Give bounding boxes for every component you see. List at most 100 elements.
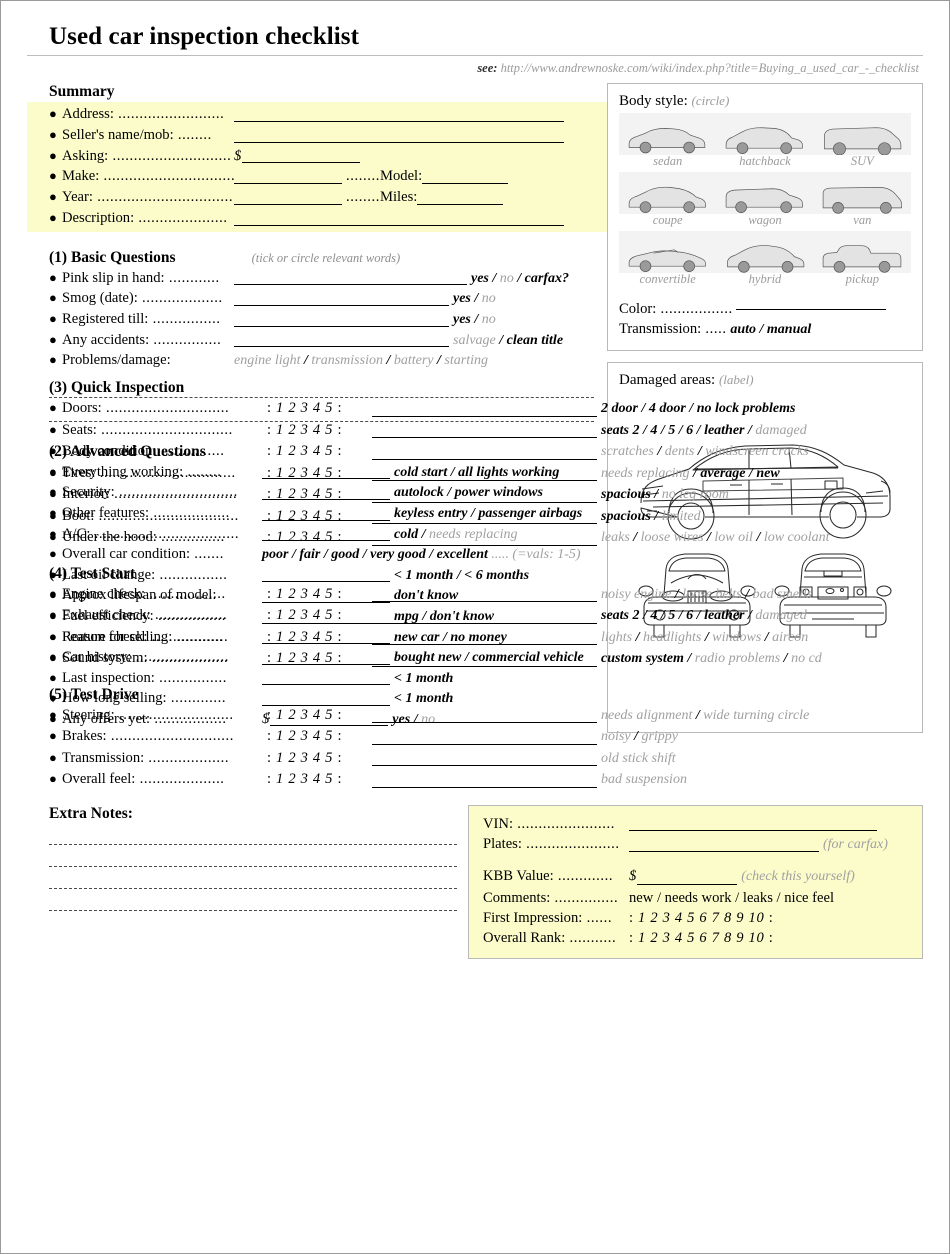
input-line[interactable] <box>372 404 597 417</box>
input-line[interactable] <box>372 589 597 603</box>
input-line[interactable] <box>372 632 597 646</box>
rating-scale[interactable]: : 1 2 3 4 5 6 7 8 9 10 : <box>629 928 774 948</box>
option-words[interactable]: scratches / dents / windscreen cracks <box>601 442 809 463</box>
input-line[interactable] <box>262 508 390 521</box>
test-drive-row: ● Overall feel: ....................: 1 2… <box>49 769 869 791</box>
option-words[interactable]: 2 door / 4 door / no lock problems <box>601 399 795 420</box>
option-words[interactable]: yes / no / carfax? <box>471 269 569 289</box>
input-line[interactable] <box>234 171 342 185</box>
input-line[interactable] <box>262 693 390 706</box>
extra-note-line[interactable] <box>49 887 457 889</box>
body-style-option-pickup[interactable]: pickup <box>813 231 911 290</box>
input-line[interactable] <box>372 753 597 767</box>
comments-options[interactable]: new / needs work / leaks / nice feel <box>629 888 834 908</box>
car-pickup-icon <box>813 231 911 273</box>
input-line[interactable] <box>629 818 877 832</box>
color-transmission-lines: Color: ................. Transmission: .… <box>619 299 911 340</box>
body-style-option-suv[interactable]: SUV <box>813 113 911 172</box>
summary-row: ● Address: ......................... <box>49 104 616 125</box>
field-label: Overall Rank: ........... <box>483 929 617 946</box>
input-line[interactable] <box>270 713 389 727</box>
input-line[interactable] <box>372 611 597 624</box>
input-line[interactable] <box>637 872 738 885</box>
body-style-option-van[interactable]: van <box>813 172 911 231</box>
input-line[interactable] <box>234 334 449 348</box>
option-words[interactable]: (for carfax) <box>823 835 888 855</box>
body-style-option-coupe[interactable]: coupe <box>619 172 717 231</box>
option-words[interactable]: seats 2 / 4 / 5 / 6 / leather / damaged <box>601 606 807 627</box>
option-words[interactable]: salvage / clean title <box>453 331 563 351</box>
bullet-icon: ● <box>49 585 57 601</box>
rating-scale[interactable]: : 1 2 3 4 5 : <box>267 769 372 790</box>
input-line[interactable] <box>262 466 390 480</box>
input-line[interactable] <box>234 109 564 122</box>
option-words[interactable]: < 1 month <box>394 689 453 709</box>
input-line[interactable] <box>372 710 597 724</box>
option-words[interactable]: lights / headlights / windows / aircon <box>601 628 808 649</box>
rating-scale[interactable]: : 1 2 3 4 5 : <box>267 398 372 419</box>
option-words[interactable]: old stick shift <box>601 749 676 770</box>
rating-scale[interactable]: : 1 2 3 4 5 : <box>267 420 372 441</box>
input-line[interactable] <box>262 528 390 542</box>
input-line[interactable] <box>262 590 390 603</box>
option-words[interactable]: yes / no <box>453 289 496 309</box>
option-words[interactable]: poor / fair / good / very good / excelle… <box>262 545 581 565</box>
input-line[interactable] <box>262 569 390 583</box>
option-words[interactable]: spacious / limited <box>601 507 701 528</box>
option-words[interactable]: needs replacing / average / new <box>601 464 780 485</box>
extra-note-line[interactable] <box>49 909 457 911</box>
option-words[interactable]: < 1 month <box>394 669 453 689</box>
input-line[interactable] <box>372 468 597 482</box>
rating-scale[interactable]: : 1 2 3 4 5 : <box>267 441 372 462</box>
input-line[interactable] <box>234 192 342 205</box>
input-line[interactable] <box>234 314 449 327</box>
option-words[interactable]: seats 2 / 4 / 5 / 6 / leather / damaged <box>601 421 807 442</box>
input-line[interactable] <box>372 775 597 788</box>
input-line[interactable] <box>372 732 597 745</box>
input-line[interactable] <box>262 631 390 645</box>
option-words[interactable]: bad suspension <box>601 770 687 791</box>
option-words[interactable]: yes / no <box>453 310 496 330</box>
option-words[interactable]: noisy engine / loose belts / bad smells <box>601 585 812 606</box>
input-line[interactable] <box>417 192 504 205</box>
input-line[interactable] <box>262 672 390 686</box>
input-line[interactable] <box>372 425 597 439</box>
bullet-icon: ● <box>49 106 57 121</box>
input-line[interactable] <box>234 130 564 143</box>
transmission-options[interactable]: auto / manual <box>730 322 811 337</box>
color-input-line[interactable] <box>736 297 887 310</box>
option-words[interactable]: spacious / no leg room <box>601 485 729 506</box>
input-line[interactable] <box>422 171 509 185</box>
extra-note-line[interactable] <box>49 865 457 867</box>
body-style-option-wagon[interactable]: wagon <box>716 172 814 231</box>
option-words[interactable]: noisy / grippy <box>601 727 678 748</box>
input-line[interactable] <box>372 654 597 667</box>
option-words[interactable]: custom system / radio problems / no cd <box>601 649 822 670</box>
option-words[interactable]: leaks / loose wires / low oil / low cool… <box>601 528 830 549</box>
input-line[interactable] <box>234 272 467 286</box>
input-line[interactable] <box>262 487 390 500</box>
option-words[interactable]: (check this yourself) <box>741 867 855 887</box>
input-line[interactable] <box>262 611 390 624</box>
input-line[interactable] <box>234 213 564 226</box>
bullet-icon: ● <box>49 269 57 285</box>
rating-scale[interactable]: : 1 2 3 4 5 6 7 8 9 10 : <box>629 908 774 928</box>
option-words[interactable]: engine light / transmission / battery / … <box>234 351 488 371</box>
option-words[interactable]: needs alignment / wide turning circle <box>601 706 809 727</box>
option-words[interactable]: < 1 month / < 6 months <box>394 566 529 586</box>
input-line[interactable] <box>372 490 597 503</box>
rating-scale[interactable]: : 1 2 3 4 5 : <box>267 726 372 747</box>
input-line[interactable] <box>629 839 819 853</box>
input-line[interactable] <box>372 533 597 546</box>
body-style-option-hatchback[interactable]: hatchback <box>716 113 814 172</box>
input-line[interactable] <box>372 511 597 525</box>
rating-scale[interactable]: : 1 2 3 4 5 : <box>267 748 372 769</box>
input-line[interactable] <box>372 447 597 460</box>
input-line[interactable] <box>242 150 361 164</box>
body-style-option-hybrid[interactable]: hybrid <box>716 231 814 290</box>
input-line[interactable] <box>262 652 390 665</box>
extra-note-line[interactable] <box>49 843 457 845</box>
body-style-option-sedan[interactable]: sedan <box>619 113 717 172</box>
input-line[interactable] <box>234 293 449 306</box>
body-style-option-convertible[interactable]: convertible <box>619 231 717 290</box>
